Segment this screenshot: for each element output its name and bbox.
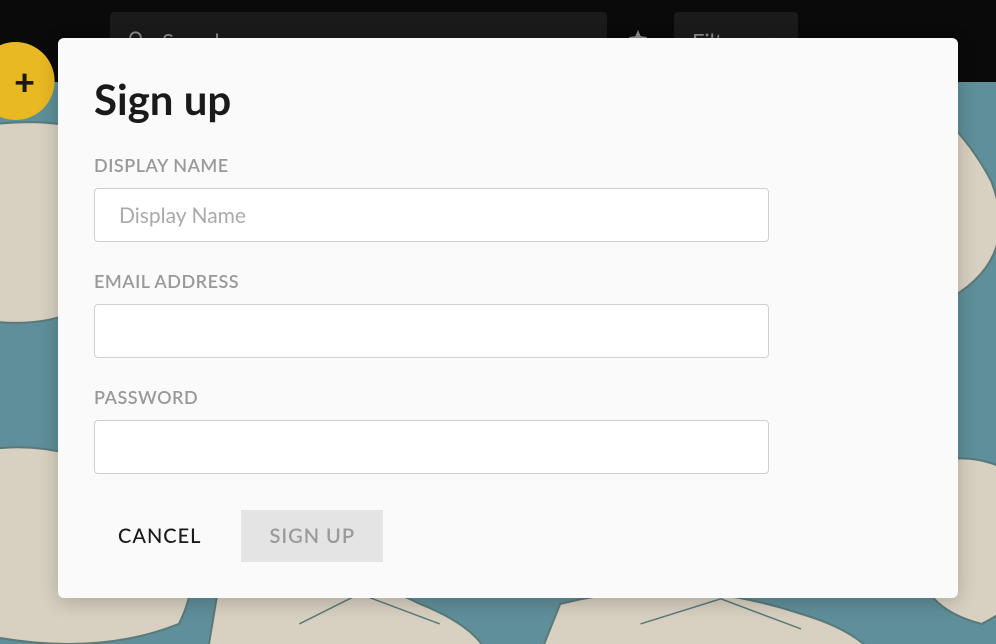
display-name-label: DISPLAY NAME: [94, 154, 922, 176]
email-label: EMAIL ADDRESS: [94, 270, 922, 292]
email-group: EMAIL ADDRESS: [94, 270, 922, 358]
signup-modal: Sign up DISPLAY NAME EMAIL ADDRESS PASSW…: [58, 38, 958, 598]
password-input[interactable]: [94, 420, 769, 474]
button-row: CANCEL SIGN UP: [94, 510, 922, 562]
display-name-input[interactable]: [94, 188, 769, 242]
email-input[interactable]: [94, 304, 769, 358]
password-group: PASSWORD: [94, 386, 922, 474]
modal-title: Sign up: [94, 74, 922, 124]
signup-button[interactable]: SIGN UP: [241, 510, 383, 562]
plus-icon: +: [14, 63, 35, 99]
display-name-group: DISPLAY NAME: [94, 154, 922, 242]
cancel-button[interactable]: CANCEL: [118, 524, 201, 548]
password-label: PASSWORD: [94, 386, 922, 408]
